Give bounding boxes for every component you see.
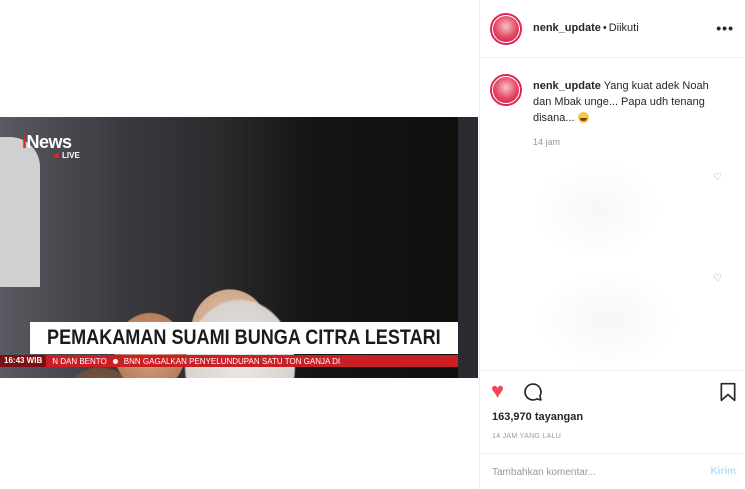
live-label: LIVE (62, 151, 80, 160)
news-headline: PEMAKAMAN SUAMI BUNGA CITRA LESTARI (47, 326, 441, 349)
post-actions: ♥ 163,970 tayangan 14 JAM YANG LALU Kiri… (480, 370, 745, 488)
view-count[interactable]: 163,970 tayangan (492, 411, 583, 423)
post-timestamp: 14 JAM YANG LALU (492, 433, 562, 440)
comments-list (488, 150, 720, 370)
follow-status-button[interactable]: Diikuti (609, 22, 639, 34)
news-headline-bar: PEMAKAMAN SUAMI BUNGA CITRA LESTARI (30, 322, 458, 354)
ticker-item: BNN GAGALKAN PENYELUNDUPAN SATU TON GANJ… (123, 356, 341, 366)
username-link[interactable]: nenk_update (533, 22, 601, 34)
live-indicator: LIVE (54, 151, 122, 160)
caption-text: nenk_update Yang kuat adek Noah dan Mbak… (533, 78, 728, 126)
more-horizontal-icon[interactable]: ••• (716, 20, 734, 36)
caption-username[interactable]: nenk_update (533, 80, 601, 92)
caption-avatar[interactable] (490, 74, 522, 106)
comment-like-heart-icon[interactable]: ♡ (713, 172, 722, 183)
ticker-item: N DAN BENTO (52, 356, 107, 366)
like-heart-icon[interactable]: ♥ (491, 380, 504, 402)
post-details-pane: nenk_update • Diikuti ••• nenk_update Yang… (479, 0, 745, 489)
bookmark-icon[interactable] (719, 382, 737, 402)
crying-face-emoji-icon (577, 112, 589, 123)
live-dot-icon (54, 153, 59, 158)
dot-separator: • (602, 22, 607, 34)
caption-timestamp: 14 jam (533, 137, 561, 147)
media-pane: iNews LIVE PEMAKAMAN SUAMI BUNGA CITRA L… (0, 0, 480, 489)
video-edge (458, 117, 478, 378)
channel-logo: iNews LIVE (22, 132, 122, 168)
ticker-time: 16:43 WIB (0, 355, 47, 367)
post-header: nenk_update • Diikuti ••• (480, 0, 745, 58)
comment-like-heart-icon[interactable]: ♡ (713, 273, 722, 284)
avatar[interactable] (490, 13, 522, 45)
comment-input[interactable] (492, 464, 692, 480)
news-ticker: 16:43 WIB N DAN BENTO BNN GAGALKAN PENYE… (0, 355, 458, 367)
channel-logo-text: News (26, 132, 73, 152)
post-comment-button[interactable]: Kirim (710, 466, 736, 477)
add-comment-bar: Kirim (480, 453, 745, 489)
comment-icon[interactable] (523, 382, 543, 402)
header-user: nenk_update • Diikuti (533, 22, 639, 34)
